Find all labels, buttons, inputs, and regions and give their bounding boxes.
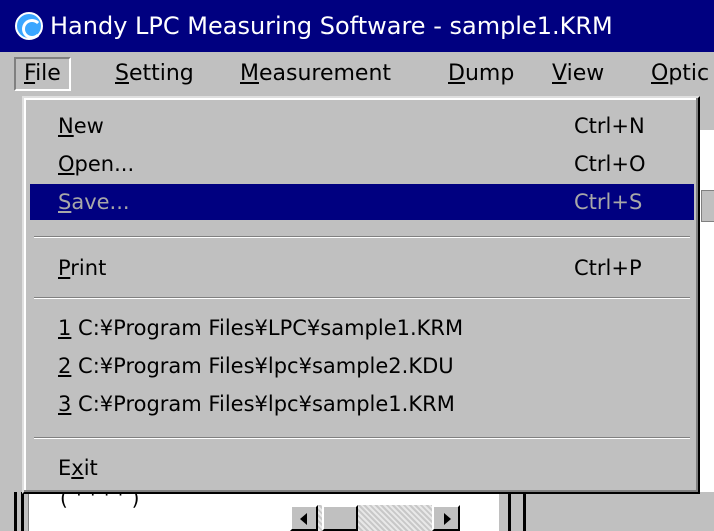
menu-option[interactable]: Optic [643,57,714,91]
recent-file-2-path: C:¥Program Files¥lpc¥sample2.KDU [71,354,454,378]
menu-setting-mnemonic: S [115,61,129,86]
menu-measurement[interactable]: Measurement [232,57,399,91]
menu-separator [34,236,690,238]
arrow-left-icon [300,513,307,525]
menu-item-save-mnemonic: S [58,190,72,214]
shortcut-label: Ctrl+P [574,256,642,280]
menu-file-mnemonic: F [24,61,36,86]
shortcut-label: Ctrl+O [574,152,646,176]
recent-file-3-mnemonic: 3 [58,392,72,416]
menu-item-new[interactable]: New Ctrl+N [30,108,694,144]
background-frame-right [508,492,526,531]
menu-file[interactable]: File [14,57,71,91]
arrow-right-icon [444,513,451,525]
shortcut-label: Ctrl+S [574,190,643,214]
recent-file-2-mnemonic: 2 [58,354,72,378]
menu-item-exit-mnemonic: x [71,456,84,480]
menu-separator [34,437,690,439]
menu-dump-mnemonic: D [448,61,465,86]
menu-option-mnemonic: O [651,61,669,86]
background-panel-notch [701,190,714,222]
menu-separator [34,297,690,299]
menu-dump[interactable]: Dump [440,57,522,91]
menu-item-save[interactable]: Save... Ctrl+S [30,184,694,220]
scroll-thumb[interactable] [322,505,358,531]
menu-item-open-mnemonic: O [58,152,75,176]
title-bar[interactable]: Handy LPC Measuring Software - sample1.K… [0,0,714,52]
menu-view[interactable]: View [544,57,612,91]
menu-item-exit[interactable]: Exit [30,450,694,486]
menu-item-new-mnemonic: N [58,114,74,138]
recent-file-3[interactable]: 3 C:¥Program Files¥lpc¥sample1.KRM [30,386,694,422]
scroll-right-button[interactable] [432,505,460,531]
menu-setting[interactable]: Setting [107,57,202,91]
background-frame-left [14,492,24,531]
file-menu-dropdown: New Ctrl+N Open... Ctrl+O Save... Ctrl+S… [22,96,700,494]
menu-item-print[interactable]: Print Ctrl+P [30,250,694,286]
scroll-left-button[interactable] [290,505,318,531]
recent-file-3-path: C:¥Program Files¥lpc¥sample1.KRM [71,392,455,416]
menu-view-mnemonic: V [552,61,567,86]
shortcut-label: Ctrl+N [574,114,645,138]
menu-item-open[interactable]: Open... Ctrl+O [30,146,694,182]
window-title: Handy LPC Measuring Software - sample1.K… [50,12,613,40]
app-logo-icon[interactable] [15,12,43,40]
recent-file-1-mnemonic: 1 [58,316,72,340]
menu-bar: File Setting Measurement Dump View Optic [0,52,714,97]
menu-measurement-mnemonic: M [240,61,259,86]
recent-file-1[interactable]: 1 C:¥Program Files¥LPC¥sample1.KRM [30,310,694,346]
recent-file-1-path: C:¥Program Files¥LPC¥sample1.KRM [71,316,464,340]
recent-file-2[interactable]: 2 C:¥Program Files¥lpc¥sample2.KDU [30,348,694,384]
menu-item-print-mnemonic: P [58,256,71,280]
